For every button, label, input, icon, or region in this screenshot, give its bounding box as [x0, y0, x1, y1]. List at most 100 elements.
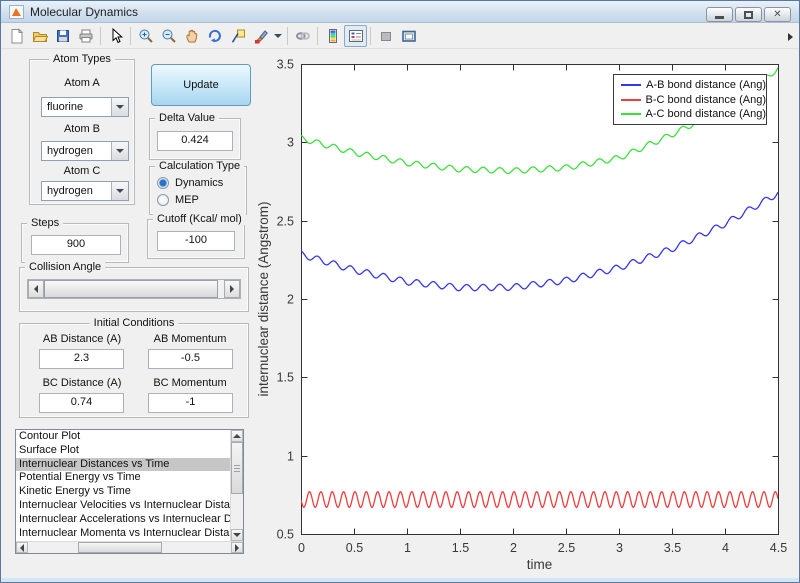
list-item[interactable]: Internuclear Distances vs Time	[16, 457, 230, 472]
zoom-in-icon	[139, 29, 153, 43]
listbox-horizontal-scrollbar[interactable]	[16, 541, 243, 553]
atom-b-dropdown[interactable]: hydrogen	[41, 141, 129, 161]
x-tick-label: 3.5	[664, 541, 681, 555]
toolbar-separator	[100, 26, 101, 45]
listbox-vertical-scrollbar[interactable]	[230, 430, 243, 541]
arrow-left-icon	[34, 285, 38, 293]
insert-colorbar-button[interactable]	[321, 25, 344, 47]
plot-legend[interactable]: A-B bond distance (Ang) B-C bond distance…	[613, 74, 767, 125]
dropdown-button[interactable]	[111, 142, 128, 160]
slider-thumb[interactable]	[44, 280, 218, 298]
x-tick-label: 4.5	[770, 541, 787, 555]
atom-b-value: hydrogen	[47, 145, 93, 157]
listbox-items: Contour Plot Surface Plot Internuclear Dis…	[16, 430, 230, 541]
y-tick-label: 2.5	[277, 215, 294, 229]
open-file-button[interactable]	[28, 25, 51, 47]
x-axis-label: time	[527, 557, 553, 572]
scrollbar-thumb[interactable]	[231, 442, 243, 494]
atom-c-dropdown[interactable]: hydrogen	[41, 181, 129, 201]
pan-button[interactable]	[180, 25, 203, 47]
scroll-down-button[interactable]	[231, 529, 243, 541]
delta-value-field[interactable]: 0.424	[157, 131, 233, 151]
edit-plot-button[interactable]	[104, 25, 127, 47]
chevron-down-icon	[116, 189, 124, 193]
ab-distance-field[interactable]: 2.3	[39, 349, 124, 369]
new-figure-button[interactable]	[5, 25, 28, 47]
list-item[interactable]: Surface Plot	[16, 444, 230, 458]
window-title: Molecular Dynamics	[30, 4, 139, 19]
show-plot-tools-button[interactable]	[397, 25, 420, 47]
list-item[interactable]: Internuclear Accelerations vs Internucle…	[16, 513, 230, 527]
link-plot-button[interactable]	[291, 25, 314, 47]
update-button[interactable]: Update	[151, 64, 251, 106]
legend-line-swatch	[621, 98, 641, 101]
toolbar-separator	[130, 26, 131, 45]
rotate-3d-icon	[208, 29, 221, 42]
list-item[interactable]: Internuclear Momenta vs Internuclear Dis…	[16, 527, 230, 541]
minimize-button[interactable]	[706, 7, 733, 22]
arrow-right-icon	[230, 285, 234, 293]
slider-right-button[interactable]	[224, 280, 240, 298]
y-axis-label: internuclear distance (Angstrom)	[256, 201, 271, 396]
ab-momentum-field[interactable]: -0.5	[148, 349, 233, 369]
collision-angle-slider[interactable]	[27, 279, 241, 299]
insert-legend-button[interactable]	[344, 24, 367, 47]
toolbar-overflow-icon[interactable]	[788, 33, 793, 41]
legend-line-swatch	[621, 113, 641, 116]
radio-mep[interactable]: MEP	[157, 194, 199, 206]
steps-field[interactable]: 900	[31, 235, 121, 255]
thumb-grip	[234, 464, 240, 472]
x-tick-label: 1.5	[452, 541, 469, 555]
y-tick-label: 0.5	[277, 528, 294, 542]
dropdown-button[interactable]	[111, 98, 128, 116]
radio-button-icon	[157, 194, 169, 206]
legend-entry: A-B bond distance (Ang)	[614, 78, 766, 93]
save-button[interactable]	[51, 25, 74, 47]
plot-type-listbox[interactable]: Contour Plot Surface Plot Internuclear Dis…	[15, 429, 244, 554]
cutoff-field[interactable]: -100	[157, 231, 235, 251]
data-cursor-button[interactable]	[226, 25, 249, 47]
list-item[interactable]: Internuclear Velocities vs Internuclear …	[16, 499, 230, 513]
maximize-button[interactable]	[735, 7, 762, 22]
colorbar-icon	[328, 28, 337, 43]
axes-box	[301, 64, 779, 535]
matlab-icon	[9, 4, 24, 19]
radio-dynamics[interactable]: Dynamics	[157, 177, 223, 189]
ab-momentum-label: AB Momentum	[153, 333, 227, 345]
toolbar-separator	[370, 26, 371, 45]
slider-left-button[interactable]	[28, 280, 44, 298]
list-item[interactable]: Kinetic Energy vs Time	[16, 485, 230, 499]
dropdown-button[interactable]	[111, 182, 128, 200]
atom-a-dropdown[interactable]: fluorine	[41, 97, 129, 117]
zoom-out-button[interactable]	[157, 25, 180, 47]
list-item[interactable]: Potential Energy vs Time	[16, 471, 230, 485]
bc-momentum-field[interactable]: -1	[148, 393, 233, 413]
brush-dropdown-button[interactable]	[272, 25, 284, 47]
save-floppy-icon	[56, 29, 69, 42]
legend-entry-label: A-C bond distance (Ang)	[645, 108, 766, 121]
bc-distance-field[interactable]: 0.74	[39, 393, 124, 413]
print-button[interactable]	[74, 25, 97, 47]
initial-conditions-title: Initial Conditions	[89, 317, 179, 329]
scroll-right-button[interactable]	[231, 542, 243, 553]
close-icon: ✕	[773, 8, 782, 20]
title-bar[interactable]: Molecular Dynamics ✕	[1, 1, 799, 23]
scrollbar-thumb[interactable]	[78, 542, 162, 553]
legend-entry: A-C bond distance (Ang)	[614, 107, 766, 122]
brush-button[interactable]	[249, 25, 272, 47]
y-tick-label: 2	[287, 293, 294, 307]
legend-entry-label: A-B bond distance (Ang)	[646, 79, 766, 92]
rotate-3d-button[interactable]	[203, 25, 226, 47]
scroll-up-button[interactable]	[231, 430, 243, 442]
hide-plot-tools-button[interactable]	[374, 25, 397, 47]
close-button[interactable]: ✕	[764, 7, 791, 22]
scroll-left-button[interactable]	[16, 542, 28, 553]
minimize-icon	[715, 16, 724, 19]
link-plots-icon	[295, 31, 310, 40]
legend-entry: B-C bond distance (Ang)	[614, 93, 766, 108]
zoom-in-button[interactable]	[134, 25, 157, 47]
axes-plot[interactable]: 0 0.5 1 1.5 2 2.5 3 3.5 4 4.5 0.5 1 1.5 2 2.5 3 3.5 time i…	[251, 51, 799, 582]
list-item[interactable]: Contour Plot	[16, 430, 230, 444]
collision-angle-title: Collision Angle	[25, 261, 106, 273]
arrow-left-icon	[20, 543, 24, 552]
